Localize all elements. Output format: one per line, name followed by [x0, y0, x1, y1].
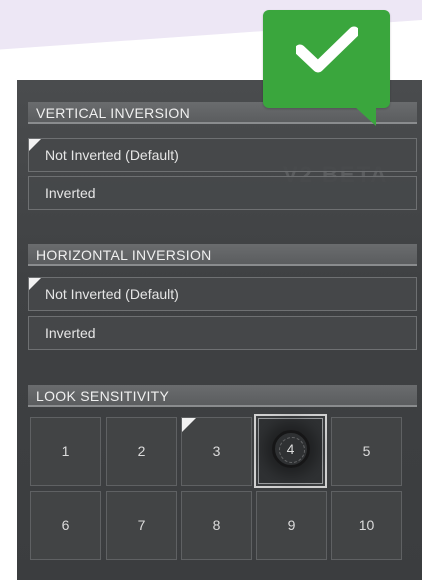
sensitivity-cell-1[interactable]: 1 [30, 417, 101, 486]
checkmark-badge [263, 10, 390, 126]
checkmark-icon [296, 26, 358, 73]
sensitivity-label: 8 [212, 517, 221, 533]
sensitivity-label: 5 [362, 443, 371, 459]
settings-panel: V2 BETA VERTICAL INVERSION Not Inverted … [17, 80, 422, 580]
bubble-tail [354, 106, 376, 126]
sensitivity-cell-2[interactable]: 2 [106, 417, 177, 486]
sensitivity-label: 6 [61, 517, 70, 533]
sensitivity-cell-3[interactable]: 3 [181, 417, 252, 486]
horizontal-inversion-header: HORIZONTAL INVERSION [28, 244, 417, 266]
sensitivity-cell-5[interactable]: 5 [331, 417, 402, 486]
sensitivity-label: 3 [212, 443, 221, 459]
sensitivity-cell-10[interactable]: 10 [331, 491, 402, 560]
sensitivity-label: 1 [61, 443, 70, 459]
horizontal-inverted-option[interactable]: Inverted [28, 316, 417, 350]
sensitivity-cell-9[interactable]: 9 [256, 491, 327, 560]
sensitivity-label: 7 [137, 517, 146, 533]
sensitivity-label: 9 [287, 517, 296, 533]
sensitivity-cell-7[interactable]: 7 [106, 491, 177, 560]
sensitivity-label: 10 [358, 517, 375, 533]
vertical-not-inverted-option[interactable]: Not Inverted (Default) [28, 138, 417, 172]
sensitivity-cell-4[interactable]: 4 [254, 414, 327, 488]
look-sensitivity-header: LOOK SENSITIVITY [28, 385, 417, 407]
sensitivity-label: 4 [286, 441, 295, 457]
vertical-inverted-option[interactable]: Inverted [28, 176, 417, 210]
sensitivity-label: 2 [137, 443, 146, 459]
sensitivity-cell-6[interactable]: 6 [30, 491, 101, 560]
horizontal-not-inverted-option[interactable]: Not Inverted (Default) [28, 277, 417, 311]
sensitivity-cell-8[interactable]: 8 [181, 491, 252, 560]
